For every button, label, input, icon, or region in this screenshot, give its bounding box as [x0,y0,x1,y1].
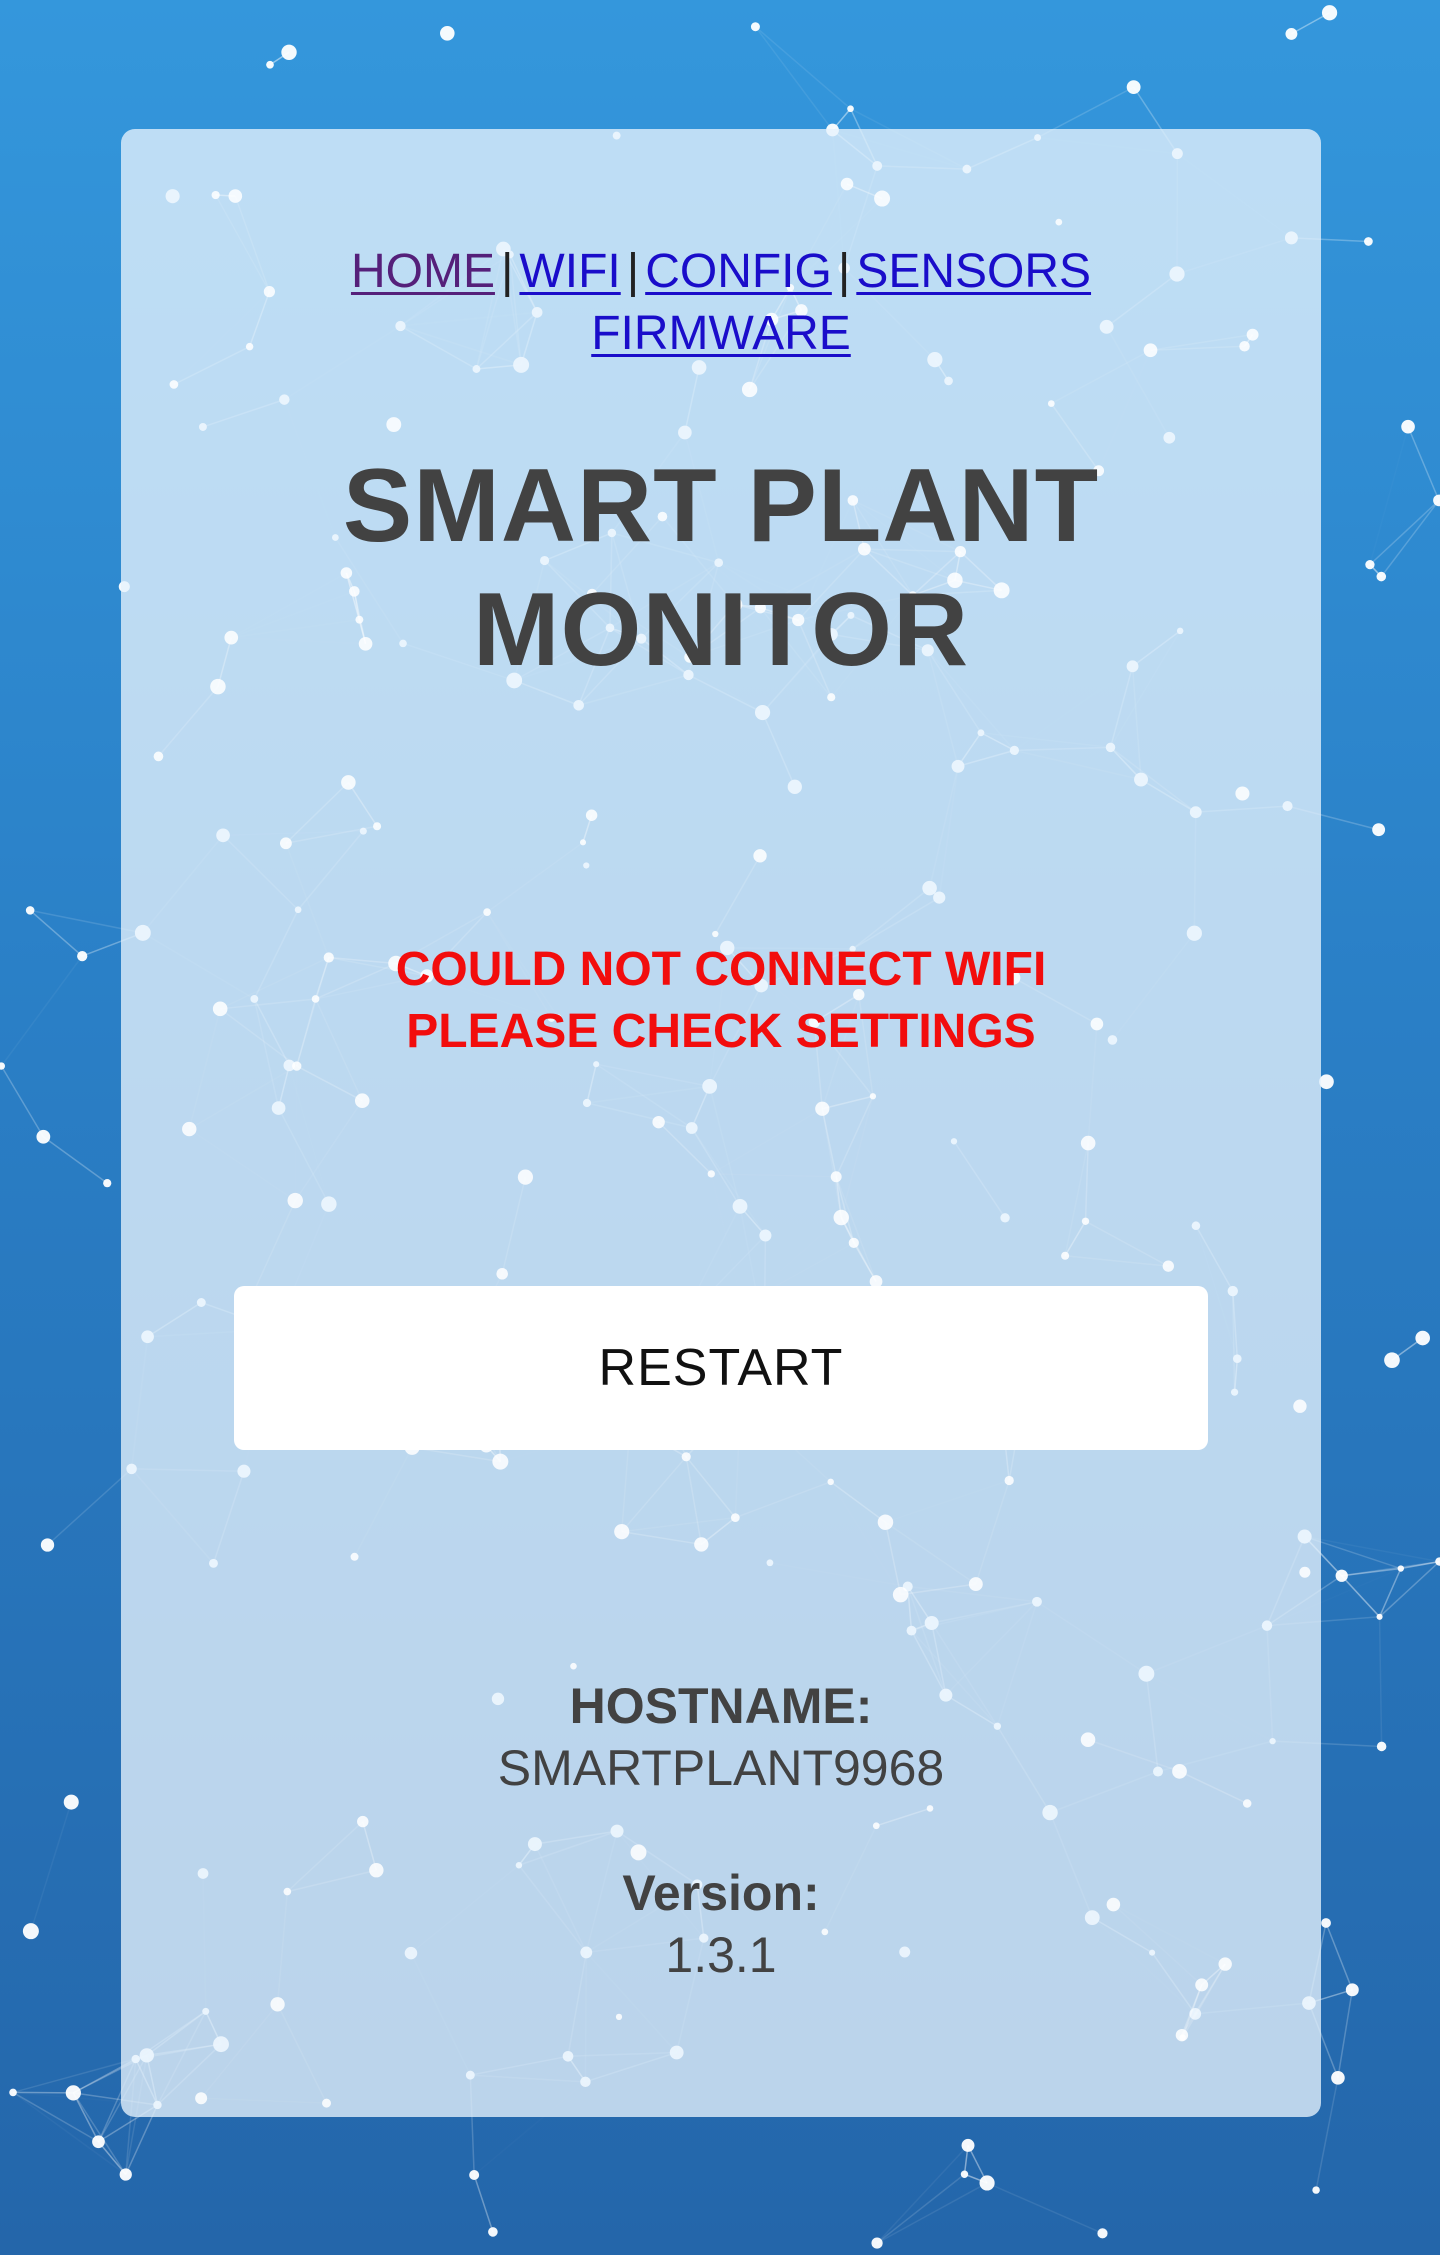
network-node [1397,1565,1404,1572]
network-node [1319,1074,1334,1090]
network-link [876,2173,965,2244]
network-node [9,2088,17,2097]
nav-link-config[interactable]: CONFIG [645,245,832,298]
network-link [1341,1575,1381,1618]
network-node [1097,2228,1108,2239]
nav-link-sensors[interactable]: SENSORS [856,245,1091,298]
network-link [876,2144,969,2244]
hostname-label: HOSTNAME: [569,1678,873,1734]
network-node [1335,1569,1348,1582]
network-link [42,1136,108,1184]
network-link [1380,499,1440,578]
network-node [1376,571,1387,582]
page-title-line-2: MONITOR [472,572,970,688]
network-link [1369,499,1440,566]
network-link [1325,1922,1353,1991]
network-link [1337,1989,1354,2078]
network-link [0,1065,44,1138]
network-node [25,906,35,915]
nav-separator: | [500,245,514,298]
network-node [1126,80,1141,95]
main-card: HOME | WIFI | CONFIG | SENSORS FIRMWARE SMART … [121,129,1321,2117]
network-node [1415,1330,1430,1346]
network-node [1285,27,1298,40]
error-line-1: COULD NOT CONNECT WIFI [395,943,1047,996]
network-node [1365,559,1375,570]
network-node [281,44,297,60]
network-link [1407,426,1440,501]
network-node [1321,1918,1331,1928]
version-value: 1.3.1 [665,1927,777,1983]
network-node [22,1923,39,1940]
nav-link-firmware[interactable]: FIRMWARE [591,307,851,360]
page-title: SMART PLANT MONITOR [121,444,1321,692]
network-node [440,26,455,41]
network-node [961,2138,975,2152]
error-line-2: PLEASE CHECK SETTINGS [406,1005,1036,1058]
network-link [72,2092,127,2175]
network-node [40,1538,55,1552]
nav-separator: | [837,245,851,298]
network-node [77,950,88,962]
network-link [46,1468,133,1546]
version-info: Version: 1.3.1 [121,1862,1321,1986]
hostname-info: HOSTNAME: SMARTPLANT9968 [121,1675,1321,1799]
network-node [979,2175,995,2191]
network-link [29,909,83,957]
network-link [986,2182,1103,2235]
network-node [266,60,274,69]
network-node [103,1179,112,1188]
network-link [473,2174,494,2233]
nav-link-wifi[interactable]: WIFI [519,245,620,298]
network-node [1376,1741,1387,1752]
network-node [847,105,854,113]
network-node [1331,2071,1345,2085]
network-node [1401,419,1415,434]
restart-button[interactable]: RESTART [234,1286,1208,1450]
network-node [871,2237,883,2249]
network-link [754,26,834,131]
network-link [876,2182,988,2244]
network-node [92,2135,105,2149]
network-node [63,1794,79,1810]
network-node [1321,5,1338,21]
network-node [1345,1983,1359,1997]
network-node [750,22,760,32]
network-link [1370,427,1408,565]
network-link [754,26,852,110]
network-node [65,2085,81,2101]
nav-separator: | [626,245,640,298]
network-link [0,955,83,1067]
network-node [1372,823,1386,837]
network-node [469,2169,480,2180]
nav-link-home[interactable]: HOME [351,245,495,298]
network-node [0,1062,6,1070]
network-node [36,1129,51,1144]
network-node [488,2227,498,2237]
nav-bar: HOME | WIFI | CONFIG | SENSORS FIRMWARE [121,241,1321,365]
network-node [1384,1352,1400,1369]
network-node [1312,2186,1320,2194]
network-link [13,2092,126,2174]
network-link [30,1801,72,1932]
page-title-line-1: SMART PLANT [342,448,1100,564]
hostname-value: SMARTPLANT9968 [497,1740,945,1796]
network-node [960,2170,969,2178]
network-link [1378,1616,1383,1747]
wifi-error-message: COULD NOT CONNECT WIFI PLEASE CHECK SETT… [121,939,1321,1063]
network-node [1364,237,1373,246]
network-node [119,2168,132,2181]
version-label: Version: [622,1865,820,1921]
network-node [1376,1613,1383,1620]
